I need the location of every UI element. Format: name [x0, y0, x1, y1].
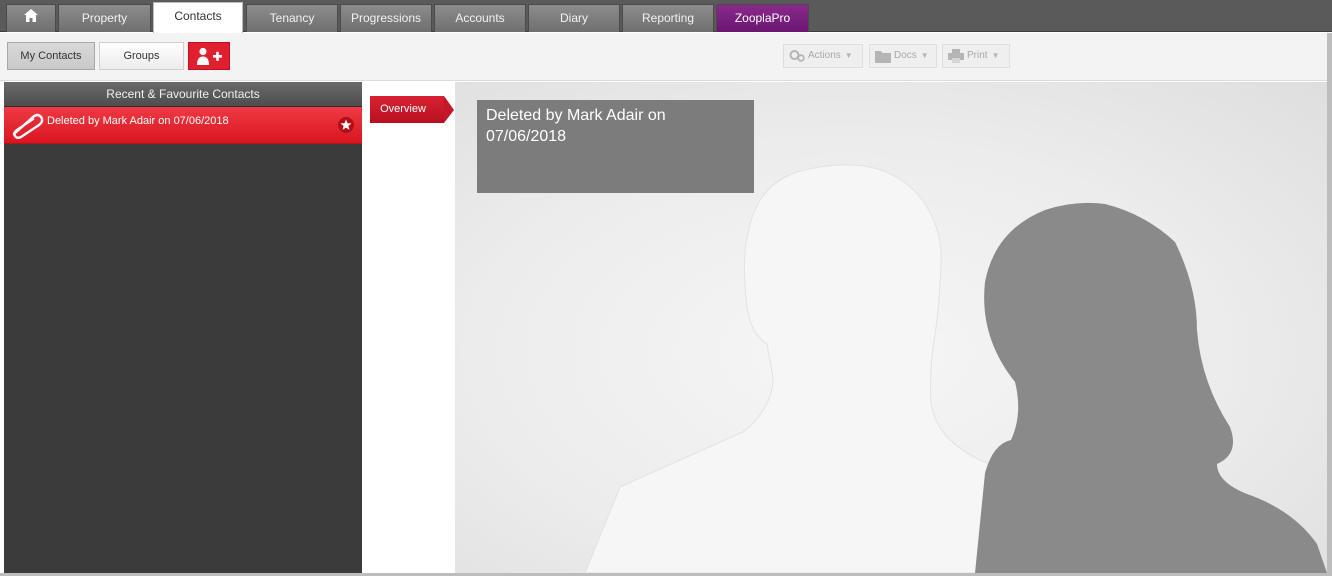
folder-icon: [875, 49, 891, 72]
tab-progressions[interactable]: Progressions: [340, 4, 432, 32]
contact-name: Deleted by Mark Adair on 07/06/2018: [47, 115, 229, 127]
chevron-down-icon: ▼: [920, 51, 929, 60]
actions-label: Actions: [808, 50, 841, 61]
list-item[interactable]: Deleted by Mark Adair on 07/06/2018: [4, 107, 362, 144]
docs-label: Docs: [894, 50, 917, 61]
tab-contacts[interactable]: Contacts: [153, 2, 243, 33]
chevron-down-icon: ▼: [844, 51, 853, 60]
tab-home[interactable]: [6, 4, 56, 32]
printer-icon: [948, 49, 964, 72]
print-label: Print: [967, 50, 988, 61]
sidebar-title: Recent & Favourite Contacts: [4, 82, 362, 107]
groups-button[interactable]: Groups: [99, 42, 184, 70]
docs-button[interactable]: Docs ▼: [869, 44, 937, 68]
contact-caption: Deleted by Mark Adair on 07/06/2018: [477, 100, 754, 193]
my-contacts-button[interactable]: My Contacts: [7, 42, 95, 70]
tab-accounts[interactable]: Accounts: [434, 4, 526, 32]
actions-button[interactable]: Actions ▼: [783, 44, 863, 68]
star-icon[interactable]: [338, 117, 354, 136]
detail-tabs: Overview: [362, 82, 455, 573]
toolbar: My Contacts Groups Actions ▼ Docs ▼ Prin…: [0, 33, 1332, 81]
tab-zooplapro[interactable]: ZooplaPro: [716, 4, 809, 32]
add-contact-button[interactable]: [188, 42, 230, 70]
window-border: [1327, 33, 1332, 576]
contacts-sidebar: Recent & Favourite Contacts Deleted by M…: [4, 82, 362, 573]
tab-property[interactable]: Property: [58, 4, 151, 32]
home-icon: [24, 5, 38, 31]
add-user-icon: [196, 47, 224, 69]
tab-tenancy[interactable]: Tenancy: [246, 4, 338, 32]
contact-detail-panel: Deleted by Mark Adair on 07/06/2018: [455, 82, 1327, 573]
chevron-down-icon: ▼: [991, 51, 1000, 60]
tab-overview[interactable]: Overview: [370, 96, 454, 123]
top-navigation: Property Contacts Tenancy Progressions A…: [0, 0, 1332, 33]
gears-icon: [789, 49, 805, 72]
tab-reporting[interactable]: Reporting: [622, 4, 714, 32]
tab-diary[interactable]: Diary: [528, 4, 620, 32]
paperclip-icon: [8, 111, 44, 142]
print-button[interactable]: Print ▼: [942, 44, 1010, 68]
